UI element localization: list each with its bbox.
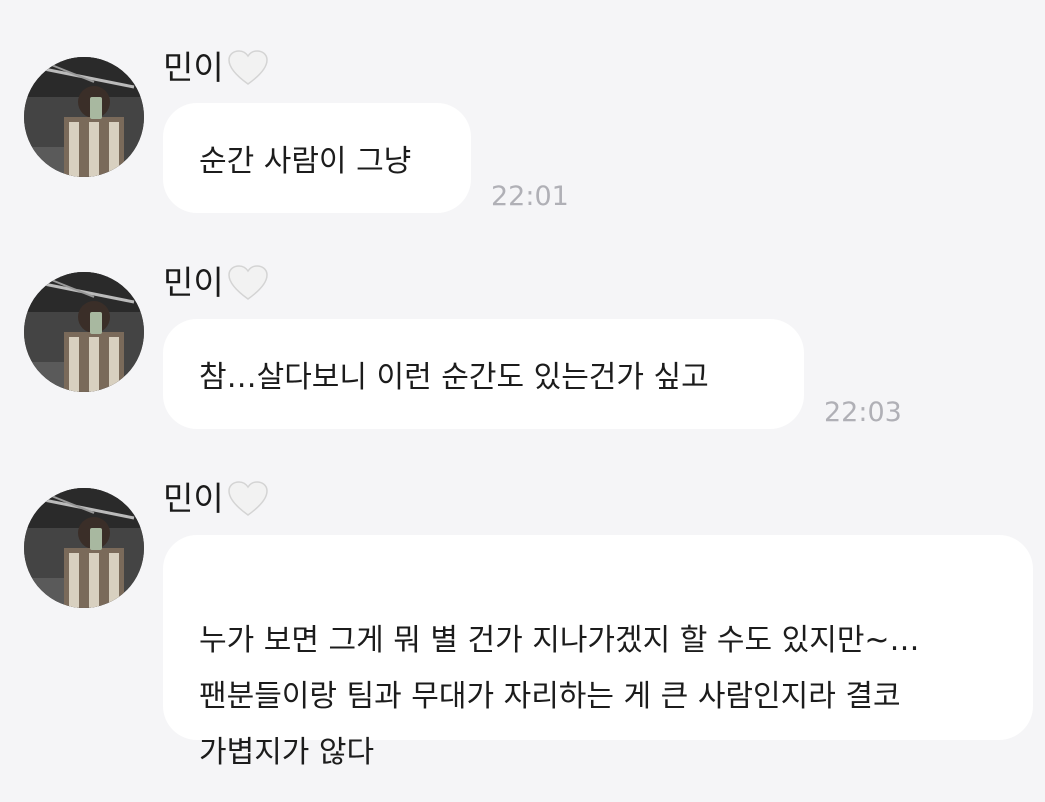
white-heart-icon [227, 481, 268, 516]
avatar[interactable] [24, 57, 144, 177]
message-bubble[interactable]: 순간 사람이 그냥 [163, 103, 471, 213]
message-bubble[interactable]: 참…살다보니 이런 순간도 있는건가 싶고 [163, 319, 804, 429]
sender-name: 민이 [163, 479, 224, 518]
sender-name: 민이 [163, 263, 224, 302]
message-bubble[interactable]: 누가 보면 그게 뭐 별 건가 지나가겠지 할 수도 있지만~… 팬분들이랑 팀… [163, 535, 1033, 770]
message-text: 참…살다보니 이런 순간도 있는건가 싶고 [199, 360, 709, 395]
sender-name: 민이 [163, 48, 224, 87]
white-heart-icon [227, 50, 268, 85]
message-text: 누가 보면 그게 뭐 별 건가 지나가겠지 할 수도 있지만~… 팬분들이랑 팀… [199, 623, 920, 770]
avatar[interactable] [24, 272, 144, 392]
avatar[interactable] [24, 488, 144, 608]
message-text: 순간 사람이 그냥 [199, 144, 412, 179]
message-timestamp: 22:01 [491, 181, 569, 212]
message-timestamp: 22:03 [824, 397, 902, 428]
white-heart-icon [227, 265, 268, 300]
